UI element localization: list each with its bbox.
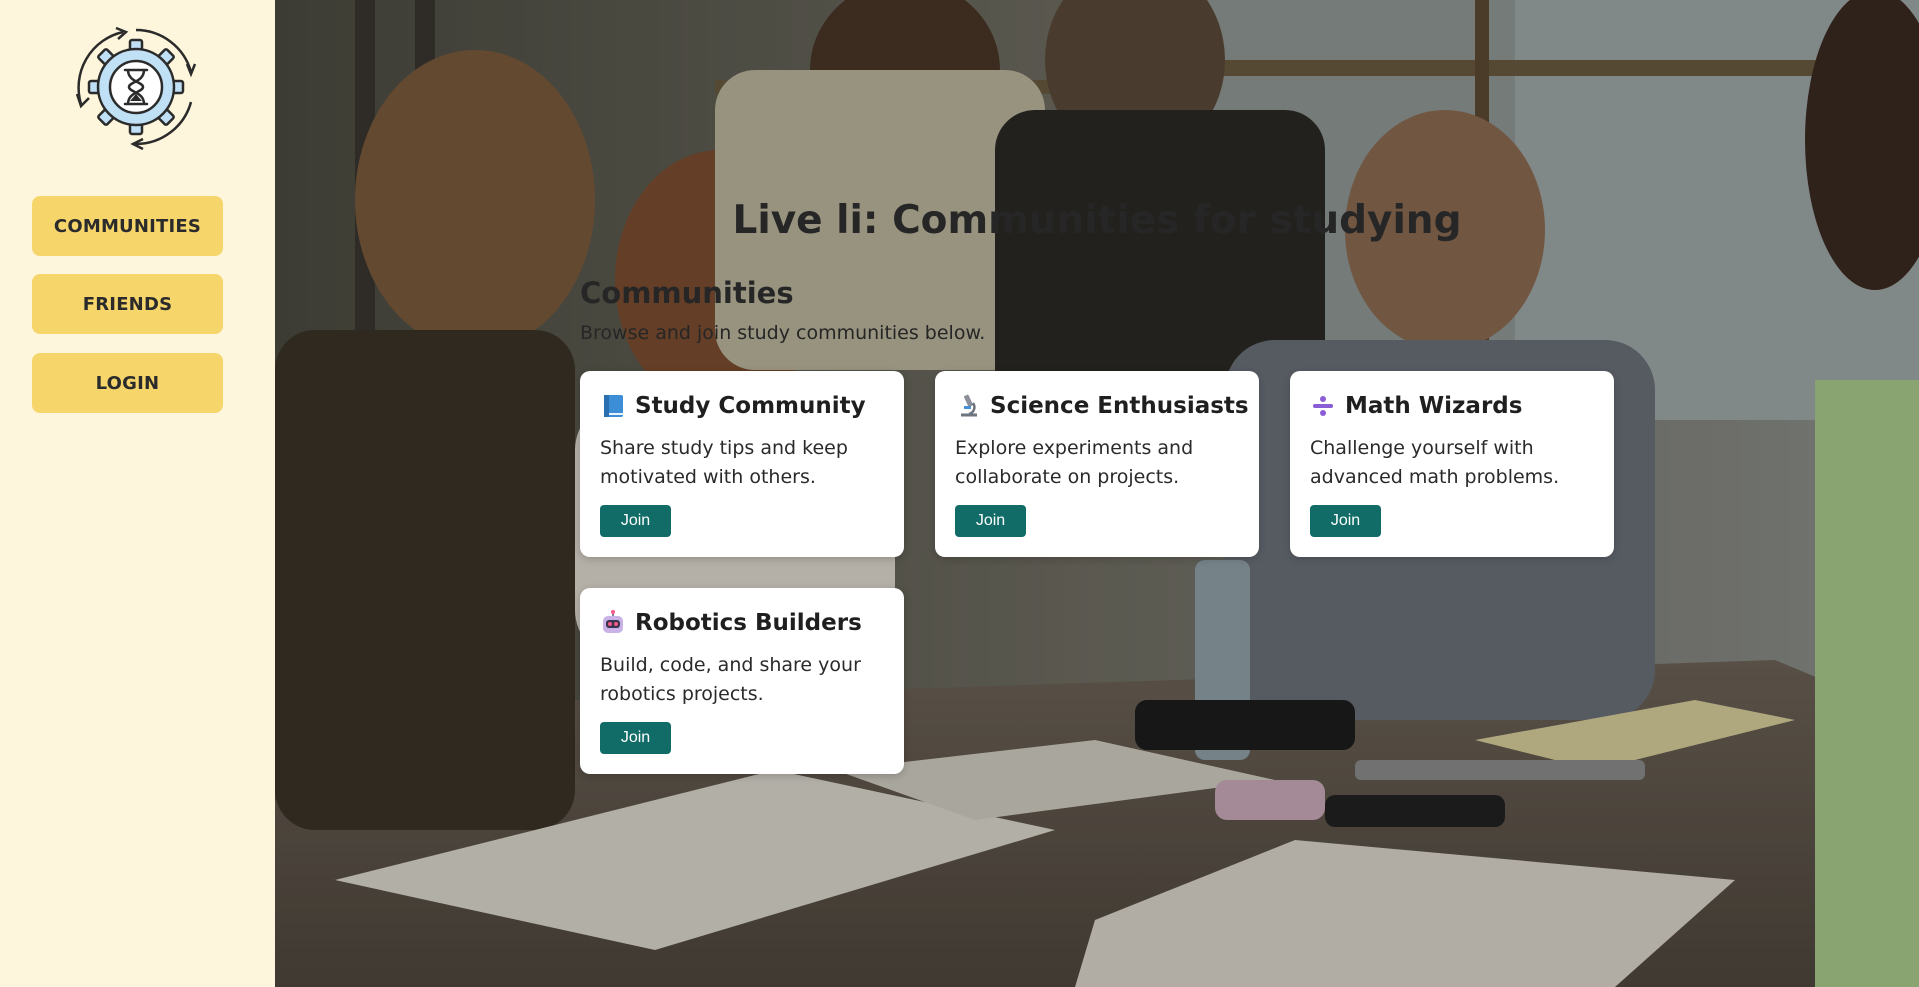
card-title: Math Wizards bbox=[1345, 393, 1523, 419]
microscope-icon bbox=[955, 393, 981, 419]
card-title: Study Community bbox=[635, 393, 866, 419]
join-study-community-button[interactable]: Join bbox=[600, 505, 671, 537]
card-description: Explore experiments and collaborate on p… bbox=[955, 437, 1194, 488]
hourglass-gear-logo-icon[interactable] bbox=[73, 24, 199, 151]
nav-login-button[interactable]: LOGIN bbox=[32, 353, 223, 413]
community-card-robotics: Robotics Builders Build, code, and share… bbox=[580, 588, 904, 774]
sidebar: COMMUNITIES FRIENDS LOGIN bbox=[0, 0, 275, 987]
community-card-math: Math Wizards Challenge yourself with adv… bbox=[1290, 371, 1614, 557]
page-title: Live li: Communities for studying bbox=[732, 198, 1462, 243]
card-title: Robotics Builders bbox=[635, 610, 862, 636]
division-sign-icon bbox=[1310, 393, 1336, 419]
nav-friends-button[interactable]: FRIENDS bbox=[32, 274, 223, 334]
section-subtitle: Browse and join study communities below. bbox=[580, 322, 986, 344]
community-card-science: Science Enthusiasts Explore experiments … bbox=[935, 371, 1259, 557]
card-description: Share study tips and keep motivated with… bbox=[600, 437, 848, 488]
join-robotics-builders-button[interactable]: Join bbox=[600, 722, 671, 754]
card-description: Challenge yourself with advanced math pr… bbox=[1310, 437, 1560, 488]
main-content: Live li: Communities for studying Commun… bbox=[275, 0, 1919, 987]
section-title: Communities bbox=[580, 276, 794, 310]
blue-book-icon bbox=[600, 393, 626, 419]
join-science-enthusiasts-button[interactable]: Join bbox=[955, 505, 1026, 537]
nav-communities-button[interactable]: COMMUNITIES bbox=[32, 196, 223, 256]
card-title: Science Enthusiasts bbox=[990, 393, 1249, 419]
robot-icon bbox=[600, 610, 626, 636]
community-card-study: Study Community Share study tips and kee… bbox=[580, 371, 904, 557]
card-description: Build, code, and share your robotics pro… bbox=[600, 654, 861, 705]
join-math-wizards-button[interactable]: Join bbox=[1310, 505, 1381, 537]
